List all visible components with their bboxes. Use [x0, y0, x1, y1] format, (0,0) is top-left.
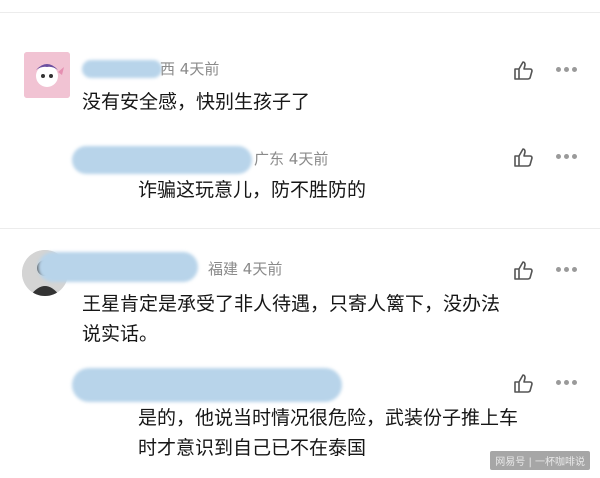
blurred-reply-username: [72, 146, 252, 174]
thumbs-up-icon[interactable]: [512, 146, 534, 168]
reply-text-line2: 时才意识到自己已不在泰国: [138, 437, 367, 459]
more-icon[interactable]: [556, 67, 578, 73]
reply-meta: 广东 4天前: [254, 148, 328, 169]
more-icon[interactable]: [556, 380, 578, 386]
top-divider: [0, 12, 600, 13]
reply-text-line1: 是的，他说当时情况很危险，武装份子推上车: [138, 407, 519, 429]
comment-text: 没有安全感，快别生孩子了: [82, 91, 311, 113]
comment-text-line1: 王星肯定是承受了非人待遇，只寄人篱下，没办法: [82, 293, 501, 315]
blurred-reply-username: [72, 368, 342, 402]
comment-text-line2: 说实话。: [82, 323, 159, 345]
timestamp: 4天前: [179, 60, 220, 78]
location: 西: [160, 60, 176, 78]
blurred-username: [82, 60, 162, 78]
location: 福建: [208, 260, 239, 278]
timestamp: 4天前: [242, 260, 283, 278]
thumbs-up-icon[interactable]: [512, 372, 534, 394]
comment-meta: 西 4天前: [160, 58, 219, 79]
comment-meta: 福建 4天前: [208, 258, 282, 279]
comment-divider: [0, 228, 600, 229]
timestamp: 4天前: [288, 150, 329, 168]
thumbs-up-icon[interactable]: [512, 259, 534, 281]
blurred-username: [38, 252, 198, 282]
more-icon[interactable]: [556, 267, 578, 273]
reply-text: 诈骗这玩意儿，防不胜防的: [138, 179, 367, 201]
avatar[interactable]: [24, 52, 70, 98]
thumbs-up-icon[interactable]: [512, 59, 534, 81]
watermark: 网易号 | 一杯咖啡说: [490, 451, 590, 470]
location: 广东: [254, 150, 285, 168]
more-icon[interactable]: [556, 154, 578, 160]
